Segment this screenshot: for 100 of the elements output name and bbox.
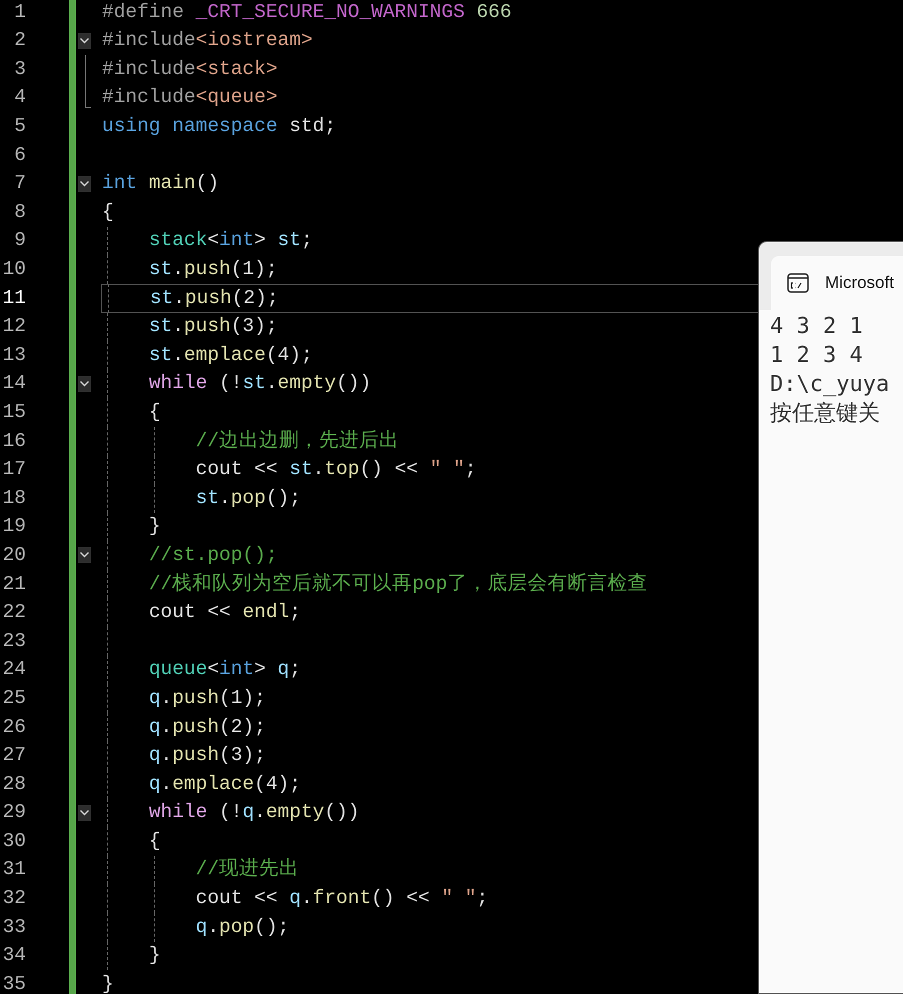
code-text: .	[160, 772, 172, 797]
function-name: emplace	[172, 772, 254, 797]
line-number: 14	[2, 371, 26, 396]
preprocessor-directive: #include	[102, 56, 196, 82]
function-name: push	[184, 314, 231, 340]
type-name: queue	[148, 657, 208, 682]
chevron-icon	[80, 810, 89, 816]
variable-name: st	[150, 286, 174, 311]
line-number: 2	[14, 28, 26, 54]
variable-name: st	[148, 257, 172, 282]
console-tab[interactable]: Microsoft	[771, 256, 903, 310]
code-text: .	[266, 371, 278, 396]
line-number: 28	[2, 772, 26, 797]
fold-toggle[interactable]	[78, 176, 91, 192]
line-number: 22	[2, 600, 26, 626]
code-text: ();	[254, 914, 290, 940]
string-literal: <queue>	[196, 85, 278, 110]
chevron-icon	[80, 380, 89, 387]
line-number: 20	[2, 542, 26, 568]
line-number: 27	[2, 743, 26, 768]
fold-toggle[interactable]	[78, 547, 91, 564]
code-text: .	[160, 714, 172, 740]
code-text: {	[148, 828, 161, 854]
variable-name: st	[278, 228, 301, 254]
function-name: push	[184, 286, 232, 311]
keyword: using namespace	[102, 114, 278, 140]
variable-name: q	[148, 772, 161, 797]
variable-name: st	[148, 342, 172, 368]
string-literal: " "	[441, 886, 476, 912]
function-name: top	[324, 457, 360, 482]
fold-toggle[interactable]	[78, 376, 91, 392]
code-text: ;	[289, 600, 301, 626]
console-line: 按任意键关	[770, 400, 881, 428]
preprocessor-directive: #include	[102, 28, 196, 54]
line-number: 25	[2, 686, 26, 711]
variable-name: st	[242, 371, 266, 396]
function-name: pop	[230, 486, 266, 511]
code-text: (2);	[232, 286, 279, 311]
variable-name: q	[148, 743, 161, 768]
preprocessor-directive: #define	[102, 0, 184, 25]
code-text: () <<	[359, 457, 418, 482]
keyword: int	[102, 171, 138, 196]
code-text: .	[300, 886, 313, 912]
code-text: }	[102, 972, 114, 994]
code-text: (1);	[219, 686, 266, 711]
code-text: .	[160, 686, 172, 711]
variable-name: st	[289, 457, 313, 482]
function-name: endl	[242, 600, 290, 626]
code-text: .	[172, 314, 184, 340]
variable-name: st	[196, 486, 220, 511]
console-line: 1 2 3 4	[770, 342, 864, 370]
function-name: pop	[219, 914, 254, 940]
code-text: {	[148, 400, 161, 425]
code-text: ())	[324, 800, 360, 826]
line-number: 17	[2, 457, 26, 482]
code-text: {	[102, 200, 114, 225]
macro-name: _CRT_SECURE_NO_WARNINGS	[196, 0, 465, 25]
code-text: (4);	[254, 772, 301, 797]
code-text: .	[160, 743, 172, 768]
code-text: (3);	[230, 314, 278, 340]
code-comment: //现进先出	[196, 857, 300, 882]
code-text: cout <<	[148, 600, 231, 626]
line-number: 21	[2, 572, 26, 597]
function-name: push	[184, 257, 231, 282]
variable-name: q	[196, 914, 208, 940]
terminal-icon	[787, 273, 809, 293]
code-text: ();	[266, 486, 301, 511]
code-text: ;	[464, 457, 476, 482]
string-literal: " "	[430, 457, 465, 482]
line-number: 18	[2, 486, 26, 511]
line-number: 6	[14, 142, 26, 168]
code-text: }	[148, 943, 161, 968]
control-keyword: while	[148, 800, 208, 826]
code-text: cout <<	[196, 886, 278, 912]
code-comment: //st.pop();	[148, 542, 278, 568]
variable-name: q	[278, 657, 290, 682]
code-text: ;	[289, 657, 301, 682]
line-number: 3	[14, 56, 26, 82]
string-literal: <iostream>	[196, 28, 313, 54]
fold-toggle[interactable]	[78, 804, 91, 821]
line-number: 19	[2, 514, 26, 540]
line-number: 16	[2, 428, 26, 454]
variable-name: q	[148, 714, 161, 740]
string-literal: <stack>	[196, 56, 278, 82]
code-text: .	[172, 257, 184, 282]
line-number: 12	[2, 314, 26, 340]
code-text: ()	[196, 171, 220, 196]
line-number: 4	[14, 85, 26, 110]
code-text: .	[172, 342, 184, 368]
variable-name: q	[148, 686, 161, 711]
code-text: (4);	[266, 342, 313, 368]
console-title: Microsoft	[825, 272, 894, 294]
code-text: .	[207, 914, 220, 940]
chevron-icon	[80, 552, 89, 558]
code-text: cout <<	[196, 457, 278, 482]
line-number: 11	[2, 286, 26, 311]
function-name: front	[312, 886, 372, 912]
line-number: 33	[2, 914, 26, 940]
line-number: 26	[2, 714, 26, 740]
fold-toggle[interactable]	[78, 32, 91, 49]
